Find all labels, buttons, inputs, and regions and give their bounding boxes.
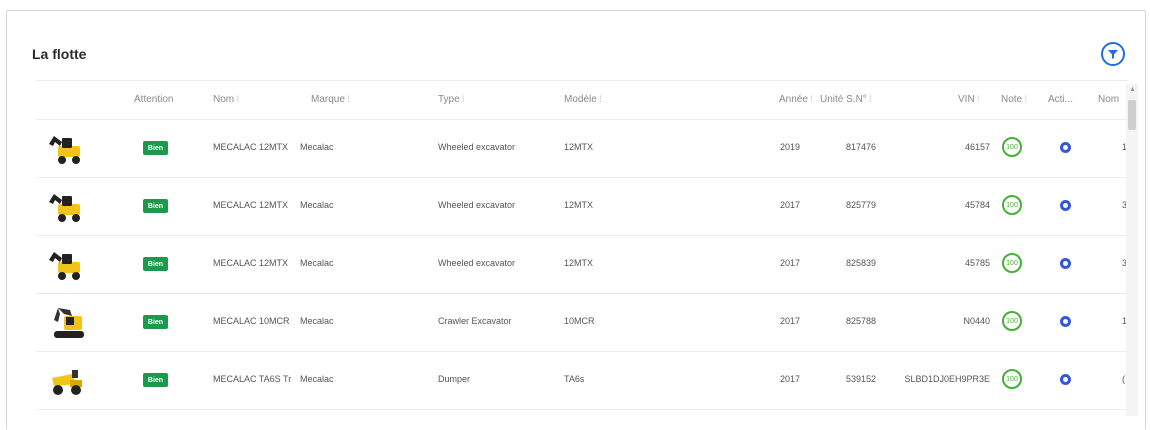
cell-vin: 45784 (964, 200, 990, 210)
cell-marque: Mecalac (300, 142, 334, 152)
cell-unite: 825779 (846, 200, 877, 210)
cell-unite: 825839 (846, 258, 877, 268)
status-badge: Bien (143, 141, 168, 155)
cell-vin: 46157 (964, 142, 990, 152)
filter-button[interactable] (1101, 42, 1125, 66)
column-header-marque[interactable]: Marque ⁝ (311, 94, 350, 105)
action-button[interactable] (1060, 374, 1071, 385)
cell-annee: 2017 (780, 316, 801, 326)
cell-modele: TA6s (564, 374, 585, 384)
action-button[interactable] (1060, 258, 1071, 269)
column-header-modele[interactable]: Modèle ⁝ (564, 94, 602, 105)
table-row[interactable]: Bien MECALAC 12MTX Mecalac Wheeled excav… (36, 120, 1128, 178)
score-badge: 100 (1002, 253, 1022, 273)
action-button[interactable] (1060, 316, 1071, 327)
sort-icon[interactable]: ⁝ (1024, 94, 1027, 105)
cell-unite: 825788 (846, 316, 877, 326)
action-button[interactable] (1060, 200, 1071, 211)
sort-icon[interactable]: ⁝ (462, 94, 465, 105)
sort-icon[interactable]: ⁝ (236, 94, 239, 105)
cell-nom: MECALAC 10MCR (213, 316, 290, 326)
cell-nom: MECALAC 12MTX (213, 142, 289, 152)
filter-icon (1108, 50, 1118, 59)
sort-icon[interactable]: ⁝ (869, 94, 872, 105)
vertical-scrollbar[interactable]: ▲ (1126, 84, 1138, 416)
table-row[interactable]: Bien MECALAC 10MCR Mecalac Crawler Excav… (36, 294, 1128, 352)
cell-vin: SLBD1DJ0EH9PR3E (904, 374, 990, 384)
wheeled-excavator-icon (49, 252, 80, 280)
fleet-table: Attention Nom ⁝ Marque ⁝ Type ⁝ Modèle ⁝ Ann… (36, 80, 1128, 416)
column-header-type[interactable]: Type ⁝ (438, 94, 465, 105)
cell-annee: 2017 (780, 200, 801, 210)
column-header-annee[interactable]: Année ⁝ (779, 94, 813, 105)
cell-type: Wheeled excavator (438, 200, 516, 210)
dumper-icon (52, 370, 82, 395)
column-header-attention[interactable]: Attention (134, 94, 173, 105)
score-badge: 100 (1002, 137, 1022, 157)
cell-nom: MECALAC TA6S Tr (213, 374, 292, 384)
score-badge: 100 (1002, 311, 1022, 331)
cell-nom: MECALAC 12MTX (213, 200, 289, 210)
cell-modele: 12MTX (564, 142, 594, 152)
cell-extra: ( (1122, 374, 1125, 384)
panel-title: La flotte (32, 46, 87, 62)
cell-vin: 45785 (964, 258, 990, 268)
wheeled-excavator-icon (49, 194, 80, 222)
cell-vin: N0440 (963, 316, 990, 326)
status-badge: Bien (143, 199, 168, 213)
wheeled-excavator-icon (49, 136, 80, 164)
crawler-excavator-icon (54, 308, 84, 338)
status-badge: Bien (143, 257, 168, 271)
cell-nom: MECALAC 12MTX (213, 258, 289, 268)
cell-modele: 12MTX (564, 200, 594, 210)
sort-icon[interactable]: ⁝ (977, 94, 980, 105)
cell-annee: 2017 (780, 374, 801, 384)
column-header-nom[interactable]: Nom ⁝ (213, 94, 239, 105)
cell-annee: 2017 (780, 258, 801, 268)
cell-modele: 12MTX (564, 258, 594, 268)
cell-marque: Mecalac (300, 374, 334, 384)
sort-icon[interactable]: ⁝ (347, 94, 350, 105)
cell-type: Wheeled excavator (438, 142, 516, 152)
cell-annee: 2019 (780, 142, 801, 152)
sort-icon[interactable]: ⁝ (599, 94, 602, 105)
scrollbar-thumb[interactable] (1128, 100, 1136, 130)
cell-modele: 10MCR (564, 316, 595, 326)
table-header: Attention Nom ⁝ Marque ⁝ Type ⁝ Modèle ⁝ Ann… (36, 80, 1128, 120)
column-header-note[interactable]: Note ⁝ (1001, 94, 1027, 105)
cell-unite: 817476 (846, 142, 877, 152)
column-header-unite[interactable]: Unité S.N° ⁝ (820, 94, 872, 105)
cell-type: Dumper (438, 374, 471, 384)
cell-marque: Mecalac (300, 200, 334, 210)
column-header-vin[interactable]: VIN ⁝ (958, 94, 980, 105)
table-row[interactable]: Bien MECALAC 12MTX Mecalac Wheeled excav… (36, 236, 1128, 294)
column-header-actions[interactable]: Acti... (1048, 94, 1073, 105)
table-row[interactable]: Bien MECALAC TA6S Tr Mecalac Dumper TA6s… (36, 352, 1128, 410)
score-badge: 100 (1002, 195, 1022, 215)
status-badge: Bien (143, 373, 168, 387)
cell-type: Wheeled excavator (438, 258, 516, 268)
status-badge: Bien (143, 315, 168, 329)
sort-icon[interactable]: ⁝ (810, 94, 813, 105)
scroll-up-icon[interactable]: ▲ (1129, 86, 1136, 94)
action-button[interactable] (1060, 142, 1071, 153)
column-header-nom-extra[interactable]: Nom (1098, 94, 1119, 105)
cell-unite: 539152 (846, 374, 877, 384)
table-row[interactable]: Bien MECALAC 12MTX Mecalac Wheeled excav… (36, 178, 1128, 236)
cell-marque: Mecalac (300, 316, 334, 326)
cell-type: Crawler Excavator (438, 316, 512, 326)
cell-marque: Mecalac (300, 258, 334, 268)
score-badge: 100 (1002, 369, 1022, 389)
